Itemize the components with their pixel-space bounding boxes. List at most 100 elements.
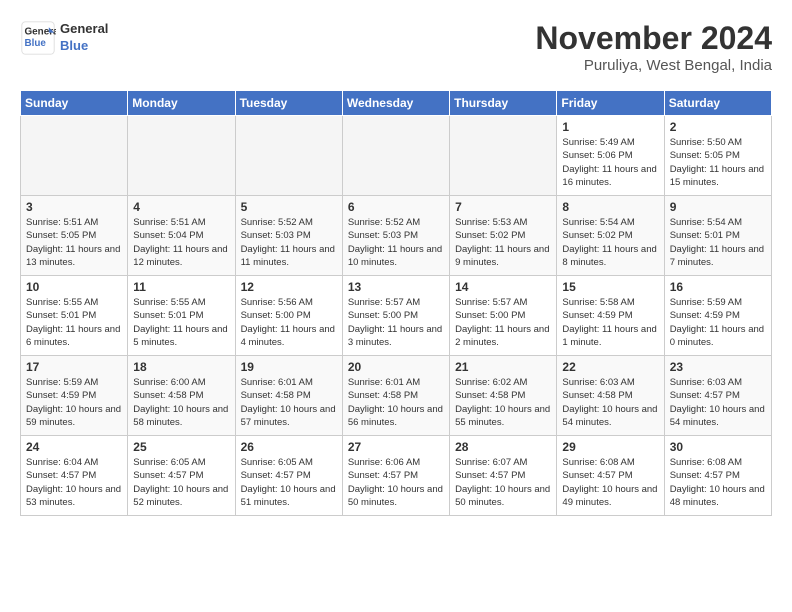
page-header: General Blue GeneralBlue November 2024 P… [20,20,772,74]
day-info: Sunrise: 6:02 AM Sunset: 4:58 PM Dayligh… [455,376,551,429]
day-info: Sunrise: 6:00 AM Sunset: 4:58 PM Dayligh… [133,376,229,429]
day-cell [21,116,128,196]
day-info: Sunrise: 5:58 AM Sunset: 4:59 PM Dayligh… [562,296,658,349]
week-row-2: 3Sunrise: 5:51 AM Sunset: 5:05 PM Daylig… [21,196,772,276]
day-number: 18 [133,360,229,374]
day-number: 23 [670,360,766,374]
day-number: 14 [455,280,551,294]
day-info: Sunrise: 6:05 AM Sunset: 4:57 PM Dayligh… [133,456,229,509]
day-info: Sunrise: 6:01 AM Sunset: 4:58 PM Dayligh… [241,376,337,429]
day-info: Sunrise: 5:56 AM Sunset: 5:00 PM Dayligh… [241,296,337,349]
logo-text: GeneralBlue [60,21,108,55]
day-cell: 3Sunrise: 5:51 AM Sunset: 5:05 PM Daylig… [21,196,128,276]
day-cell: 1 Sunrise: 5:49 AM Sunset: 5:06 PM Daylig… [557,116,664,196]
calendar-table: SundayMondayTuesdayWednesdayThursdayFrid… [20,90,772,516]
day-info: Sunrise: 5:57 AM Sunset: 5:00 PM Dayligh… [348,296,444,349]
day-number: 9 [670,200,766,214]
day-cell: 27 Sunrise: 6:06 AM Sunset: 4:57 PM Dayli… [342,436,449,516]
location: Puruliya, West Bengal, India [535,57,772,74]
day-number: 21 [455,360,551,374]
day-info: Sunrise: 5:50 AM Sunset: 5:05 PM Dayligh… [670,136,766,189]
day-number: 3 [26,200,122,214]
logo-icon: General Blue [20,20,56,56]
day-number: 10 [26,280,122,294]
col-header-thursday: Thursday [450,91,557,116]
day-info: Sunrise: 5:55 AM Sunset: 5:01 PM Dayligh… [26,296,122,349]
day-info: Sunrise: 5:49 AM Sunset: 5:06 PM Dayligh… [562,136,658,189]
week-row-1: 1 Sunrise: 5:49 AM Sunset: 5:06 PM Daylig… [21,116,772,196]
day-number: 6 [348,200,444,214]
day-number: 20 [348,360,444,374]
day-cell: 26Sunrise: 6:05 AM Sunset: 4:57 PM Dayli… [235,436,342,516]
day-cell: 15 Sunrise: 5:58 AM Sunset: 4:59 PM Dayli… [557,276,664,356]
day-info: Sunrise: 6:06 AM Sunset: 4:57 PM Dayligh… [348,456,444,509]
day-cell [342,116,449,196]
day-cell: 22Sunrise: 6:03 AM Sunset: 4:58 PM Dayli… [557,356,664,436]
day-info: Sunrise: 6:08 AM Sunset: 4:57 PM Dayligh… [562,456,658,509]
day-info: Sunrise: 5:55 AM Sunset: 5:01 PM Dayligh… [133,296,229,349]
day-number: 30 [670,440,766,454]
day-cell [128,116,235,196]
day-cell: 17 Sunrise: 5:59 AM Sunset: 4:59 PM Dayli… [21,356,128,436]
day-info: Sunrise: 5:59 AM Sunset: 4:59 PM Dayligh… [670,296,766,349]
svg-text:Blue: Blue [25,38,47,49]
day-info: Sunrise: 5:52 AM Sunset: 5:03 PM Dayligh… [348,216,444,269]
month-title: November 2024 [535,20,772,57]
day-cell [450,116,557,196]
day-cell: 14 Sunrise: 5:57 AM Sunset: 5:00 PM Dayli… [450,276,557,356]
day-cell: 9 Sunrise: 5:54 AM Sunset: 5:01 PM Daylig… [664,196,771,276]
day-cell: 28 Sunrise: 6:07 AM Sunset: 4:57 PM Dayli… [450,436,557,516]
day-info: Sunrise: 5:52 AM Sunset: 5:03 PM Dayligh… [241,216,337,269]
day-cell: 13 Sunrise: 5:57 AM Sunset: 5:00 PM Dayli… [342,276,449,356]
col-header-tuesday: Tuesday [235,91,342,116]
day-number: 29 [562,440,658,454]
day-info: Sunrise: 6:08 AM Sunset: 4:57 PM Dayligh… [670,456,766,509]
day-info: Sunrise: 5:53 AM Sunset: 5:02 PM Dayligh… [455,216,551,269]
col-header-monday: Monday [128,91,235,116]
day-info: Sunrise: 5:59 AM Sunset: 4:59 PM Dayligh… [26,376,122,429]
day-info: Sunrise: 5:57 AM Sunset: 5:00 PM Dayligh… [455,296,551,349]
day-number: 4 [133,200,229,214]
col-header-wednesday: Wednesday [342,91,449,116]
day-number: 28 [455,440,551,454]
col-header-saturday: Saturday [664,91,771,116]
day-number: 25 [133,440,229,454]
day-number: 17 [26,360,122,374]
week-row-4: 17 Sunrise: 5:59 AM Sunset: 4:59 PM Dayli… [21,356,772,436]
week-row-5: 24 Sunrise: 6:04 AM Sunset: 4:57 PM Dayli… [21,436,772,516]
day-cell: 23 Sunrise: 6:03 AM Sunset: 4:57 PM Dayli… [664,356,771,436]
day-number: 27 [348,440,444,454]
day-info: Sunrise: 6:03 AM Sunset: 4:57 PM Dayligh… [670,376,766,429]
day-cell: 8 Sunrise: 5:54 AM Sunset: 5:02 PM Daylig… [557,196,664,276]
day-cell: 10 Sunrise: 5:55 AM Sunset: 5:01 PM Dayli… [21,276,128,356]
day-info: Sunrise: 5:54 AM Sunset: 5:02 PM Dayligh… [562,216,658,269]
logo: General Blue GeneralBlue [20,20,108,56]
day-cell: 18 Sunrise: 6:00 AM Sunset: 4:58 PM Dayli… [128,356,235,436]
day-cell: 11 Sunrise: 5:55 AM Sunset: 5:01 PM Dayli… [128,276,235,356]
day-cell: 25 Sunrise: 6:05 AM Sunset: 4:57 PM Dayli… [128,436,235,516]
day-number: 15 [562,280,658,294]
day-number: 8 [562,200,658,214]
day-cell: 2 Sunrise: 5:50 AM Sunset: 5:05 PM Daylig… [664,116,771,196]
day-cell: 19 Sunrise: 6:01 AM Sunset: 4:58 PM Dayli… [235,356,342,436]
day-number: 19 [241,360,337,374]
day-info: Sunrise: 6:05 AM Sunset: 4:57 PM Dayligh… [241,456,337,509]
day-number: 11 [133,280,229,294]
day-number: 2 [670,120,766,134]
day-info: Sunrise: 5:51 AM Sunset: 5:04 PM Dayligh… [133,216,229,269]
day-number: 13 [348,280,444,294]
day-cell: 5 Sunrise: 5:52 AM Sunset: 5:03 PM Daylig… [235,196,342,276]
day-cell: 20Sunrise: 6:01 AM Sunset: 4:58 PM Dayli… [342,356,449,436]
day-cell: 30 Sunrise: 6:08 AM Sunset: 4:57 PM Dayli… [664,436,771,516]
day-info: Sunrise: 6:04 AM Sunset: 4:57 PM Dayligh… [26,456,122,509]
day-cell: 24 Sunrise: 6:04 AM Sunset: 4:57 PM Dayli… [21,436,128,516]
day-number: 24 [26,440,122,454]
day-cell: 7Sunrise: 5:53 AM Sunset: 5:02 PM Daylig… [450,196,557,276]
day-info: Sunrise: 6:03 AM Sunset: 4:58 PM Dayligh… [562,376,658,429]
day-info: Sunrise: 6:07 AM Sunset: 4:57 PM Dayligh… [455,456,551,509]
day-info: Sunrise: 5:54 AM Sunset: 5:01 PM Dayligh… [670,216,766,269]
title-block: November 2024 Puruliya, West Bengal, Ind… [535,20,772,74]
day-number: 5 [241,200,337,214]
day-number: 16 [670,280,766,294]
day-number: 1 [562,120,658,134]
